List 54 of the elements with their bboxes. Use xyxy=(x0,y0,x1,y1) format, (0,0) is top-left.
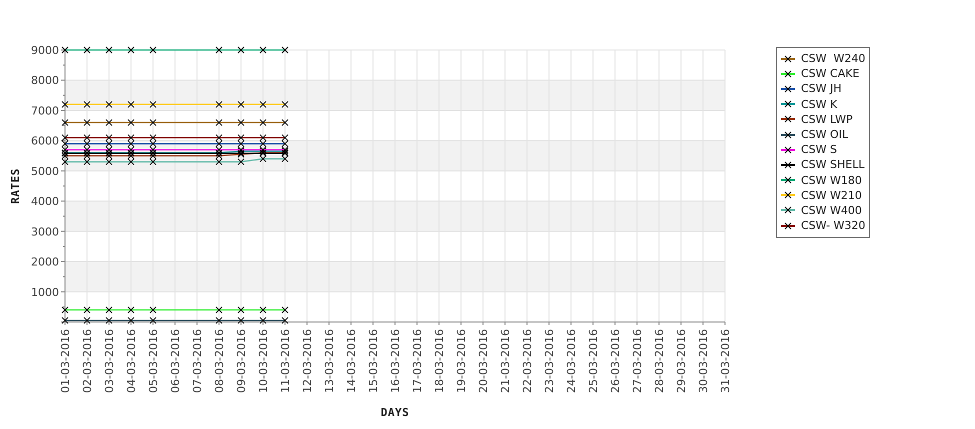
y-tick-label: 5000 xyxy=(31,164,59,178)
y-tick-label: 8000 xyxy=(31,74,59,88)
x-tick-label: 06-03-2016 xyxy=(169,329,182,393)
x-tick-label: 31-03-2016 xyxy=(719,329,732,393)
x-tick-label: 04-03-2016 xyxy=(125,329,138,393)
x-tick-label: 09-03-2016 xyxy=(235,329,248,393)
x-tick-label: 02-03-2016 xyxy=(81,329,94,393)
x-tick-label: 23-03-2016 xyxy=(543,329,556,393)
x-tick-label: 21-03-2016 xyxy=(499,329,512,393)
x-tick-label: 29-03-2016 xyxy=(675,329,688,393)
x-axis-title: DAYS xyxy=(380,406,410,419)
y-tick-label: 2000 xyxy=(31,256,59,269)
x-tick-label: 10-03-2016 xyxy=(257,329,270,393)
x-tick-label: 16-03-2016 xyxy=(389,329,402,393)
y-tick-label: 4000 xyxy=(31,195,59,208)
legend-label: CSW OIL xyxy=(801,128,848,142)
x-tick-label: 05-03-2016 xyxy=(147,329,160,393)
legend-label: CSW W180 xyxy=(801,174,862,187)
y-tick-label: 3000 xyxy=(31,225,59,238)
legend-label: CSW SHELL xyxy=(801,158,864,172)
legend-label: CSW W400 xyxy=(801,204,862,217)
x-tick-label: 20-03-2016 xyxy=(477,329,490,393)
x-tick-label: 25-03-2016 xyxy=(587,329,600,393)
x-tick-label: 03-03-2016 xyxy=(103,329,116,393)
x-tick-label: 13-03-2016 xyxy=(323,329,336,393)
x-tick-label: 17-03-2016 xyxy=(411,329,424,393)
legend-label: CSW JH xyxy=(801,82,842,96)
x-tick-label: 28-03-2016 xyxy=(653,329,666,393)
legend-label: CSW W240 xyxy=(801,52,866,66)
x-tick-label: 07-03-2016 xyxy=(191,329,204,393)
y-tick-label: 1000 xyxy=(31,286,59,299)
x-tick-label: 11-03-2016 xyxy=(279,329,292,393)
x-tick-label: 14-03-2016 xyxy=(345,329,358,393)
legend-label: CSW LWP xyxy=(801,112,853,126)
x-tick-label: 26-03-2016 xyxy=(609,329,622,393)
x-tick-label: 18-03-2016 xyxy=(433,329,446,393)
legend-label: CSW W210 xyxy=(801,188,862,202)
x-tick-label: 15-03-2016 xyxy=(367,329,380,393)
x-tick-label: 30-03-2016 xyxy=(697,329,710,393)
x-tick-label: 24-03-2016 xyxy=(565,329,578,393)
y-axis-title: RATES xyxy=(9,168,22,204)
legend-label: CSW K xyxy=(801,98,838,111)
y-tick-label: 9000 xyxy=(31,44,59,57)
legend-label: CSW CAKE xyxy=(801,67,860,80)
x-tick-label: 27-03-2016 xyxy=(631,329,644,393)
x-tick-label: 01-03-2016 xyxy=(59,329,72,393)
x-tick-label: 12-03-2016 xyxy=(301,329,314,393)
x-tick-label: 19-03-2016 xyxy=(455,329,468,393)
legend-label: CSW S xyxy=(801,143,838,156)
x-tick-label: 08-03-2016 xyxy=(213,329,226,393)
y-tick-label: 6000 xyxy=(31,134,59,148)
legend-label: CSW- W320 xyxy=(801,219,866,232)
x-tick-label: 22-03-2016 xyxy=(521,329,534,393)
y-tick-label: 7000 xyxy=(31,104,59,118)
